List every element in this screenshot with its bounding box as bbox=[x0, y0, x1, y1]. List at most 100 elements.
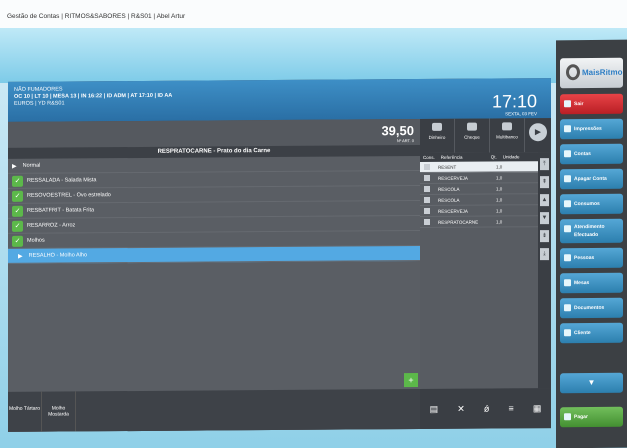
item-options-panel: RESPRATOCARNE - Prato do dia Carne ▶ Norm… bbox=[8, 145, 420, 432]
price-value: 39,50 bbox=[381, 123, 414, 139]
list-item-label: RESARROZ - Arroz bbox=[27, 222, 76, 229]
exit-button[interactable]: Sair bbox=[560, 93, 623, 115]
check-icon: ✓ bbox=[12, 190, 23, 202]
scroll-up-icon[interactable]: ▲ bbox=[540, 194, 549, 207]
check-icon: ✓ bbox=[12, 220, 23, 232]
row-name: RESENT bbox=[438, 164, 457, 170]
check-icon: ✓ bbox=[12, 205, 23, 217]
check-icon: ✓ bbox=[12, 175, 23, 187]
list-item-label: Normal bbox=[22, 162, 41, 169]
payment-buttons: Dinheiro Cheque Multibanco ▶ bbox=[420, 118, 551, 154]
table-row[interactable]: RESCERVEJA 1,0 bbox=[420, 172, 538, 185]
row-qty: 1,0 bbox=[496, 207, 503, 213]
list-item-label: Molhos bbox=[27, 237, 45, 244]
table-row[interactable]: RESENT 1,0 bbox=[420, 161, 538, 174]
main-panel: NÃO FUMADORES OC 10 | LT 10 | MESA 13 | … bbox=[8, 78, 551, 432]
delete-icon[interactable]: ✕ bbox=[457, 403, 465, 414]
clock-time: 17:10 bbox=[491, 91, 537, 112]
cash-label: Dinheiro bbox=[428, 134, 446, 140]
sidebar: MaisRitmo Sair Impressões Contas Apagar … bbox=[556, 39, 627, 448]
prints-button[interactable]: Impressões bbox=[560, 118, 623, 140]
item-icon bbox=[424, 174, 430, 181]
logo-mark bbox=[566, 64, 580, 81]
more-down-button[interactable]: ▼ bbox=[560, 372, 623, 394]
row-name: RESPRATOCARNE bbox=[438, 219, 479, 225]
client-button[interactable]: Cliente bbox=[560, 322, 623, 344]
scroll-controls: ⤒ ⇞ ▲ ▼ ⇟ ⤓ bbox=[538, 152, 551, 389]
table-row[interactable]: RESCOLA 1,0 bbox=[420, 194, 538, 207]
arrow-icon: ▶ bbox=[12, 163, 17, 170]
item-icon bbox=[424, 218, 430, 225]
item-icon bbox=[424, 163, 430, 170]
info-bar: NÃO FUMADORES OC 10 | LT 10 | MESA 13 | … bbox=[8, 78, 551, 122]
logo-text: MaisRitmo bbox=[582, 67, 623, 78]
pay-button[interactable]: Pagar bbox=[560, 406, 623, 428]
scroll-page-up-icon[interactable]: ⇞ bbox=[540, 176, 549, 189]
multibanco-button[interactable]: Multibanco bbox=[490, 118, 525, 153]
clock: 17:10 SEXTA, 03 FEV bbox=[491, 91, 537, 117]
row-name: RESCOLA bbox=[438, 197, 460, 203]
cash-icon bbox=[432, 122, 442, 131]
option-tabs: Molho Tártaro Molho Mostarda bbox=[8, 389, 420, 432]
service-done-button[interactable]: Atendimento Efectuado bbox=[560, 218, 623, 244]
scroll-down-icon[interactable]: ▼ bbox=[540, 212, 549, 225]
list-item-label: RESBATFRIT - Batata Frita bbox=[27, 207, 95, 214]
list-icon[interactable]: ≡ bbox=[509, 403, 514, 413]
documents-button[interactable]: Documentos bbox=[560, 297, 623, 319]
col-cons: Cons. bbox=[423, 154, 435, 160]
total-price: 39,50 Nº ART. 0 bbox=[381, 123, 414, 143]
header-glow bbox=[0, 28, 627, 83]
order-list: Cons. Referência Qt. Unidade RESENT 1,0 R… bbox=[420, 152, 538, 390]
table-row[interactable]: RESPRATOCARNE 1,0 bbox=[420, 216, 538, 229]
col-qty: Qt. bbox=[490, 154, 497, 160]
cheque-label: Cheque bbox=[464, 134, 480, 140]
consumptions-button[interactable]: Consumos bbox=[560, 193, 623, 215]
col-unit: Unidade bbox=[502, 154, 520, 160]
table-row[interactable]: RESCOLA 1,0 bbox=[420, 183, 538, 196]
document-icon[interactable]: ▤ bbox=[430, 403, 439, 414]
delete-account-button[interactable]: Apagar Conta bbox=[560, 168, 623, 190]
people-button[interactable]: Pessoas bbox=[560, 247, 623, 269]
col-ref: Referência bbox=[440, 154, 463, 160]
check-icon: ✓ bbox=[12, 235, 23, 247]
price-area: 39,50 Nº ART. 0 bbox=[8, 119, 420, 148]
split-icon[interactable]: ǿ bbox=[484, 404, 490, 414]
row-qty: 1,0 bbox=[496, 218, 503, 224]
row-qty: 1,0 bbox=[496, 174, 503, 180]
row-name: RESCERVEJA bbox=[438, 208, 468, 214]
scroll-bottom-icon[interactable]: ⤓ bbox=[540, 248, 549, 261]
row-name: RESCERVEJA bbox=[438, 175, 468, 181]
scroll-page-down-icon[interactable]: ⇟ bbox=[540, 230, 549, 243]
scroll-top-icon[interactable]: ⤒ bbox=[540, 158, 549, 171]
row-qty: 1,0 bbox=[496, 163, 503, 169]
row-qty: 1,0 bbox=[496, 196, 503, 202]
logo: MaisRitmo bbox=[560, 57, 623, 89]
list-item-label: RESOVOESTREL - Ovo estrelado bbox=[27, 192, 111, 199]
item-icon bbox=[424, 196, 430, 203]
card-icon bbox=[502, 122, 512, 131]
list-item-selected[interactable]: ▶ RESALHO - Molho Alho bbox=[8, 246, 420, 264]
multibanco-label: Multibanco bbox=[496, 134, 518, 140]
cash-button[interactable]: Dinheiro bbox=[420, 118, 455, 154]
row-name: RESCOLA bbox=[438, 186, 460, 192]
tab-molho-tartaro[interactable]: Molho Tártaro bbox=[8, 391, 42, 432]
window-title: Gestão de Contas | RITMOS&SABORES | R&S0… bbox=[0, 0, 627, 28]
tables-button[interactable]: Mesas bbox=[560, 272, 623, 294]
cheque-icon bbox=[467, 122, 477, 131]
tab-molho-mostarda[interactable]: Molho Mostarda bbox=[42, 391, 76, 432]
play-button[interactable]: ▶ bbox=[529, 123, 547, 142]
item-icon bbox=[424, 185, 430, 192]
cheque-button[interactable]: Cheque bbox=[455, 118, 490, 153]
grid-icon[interactable]: ▦ bbox=[533, 403, 542, 414]
list-item-label: RESALHO - Molho Alho bbox=[28, 252, 88, 259]
table-row[interactable]: RESCERVEJA 1,0 bbox=[420, 205, 538, 218]
list-item-label: RESSALADA - Salada Mista bbox=[27, 177, 97, 184]
add-icon[interactable]: + bbox=[404, 373, 418, 388]
arrow-icon: ▶ bbox=[18, 253, 23, 260]
order-header: Cons. Referência Qt. Unidade bbox=[420, 152, 538, 163]
order-toolbar: ▤ ✕ ǿ ≡ ▦ bbox=[420, 388, 551, 430]
accounts-button[interactable]: Contas bbox=[560, 143, 623, 165]
row-qty: 1,0 bbox=[496, 185, 503, 191]
item-count: Nº ART. 0 bbox=[396, 138, 414, 144]
item-icon bbox=[424, 207, 430, 214]
